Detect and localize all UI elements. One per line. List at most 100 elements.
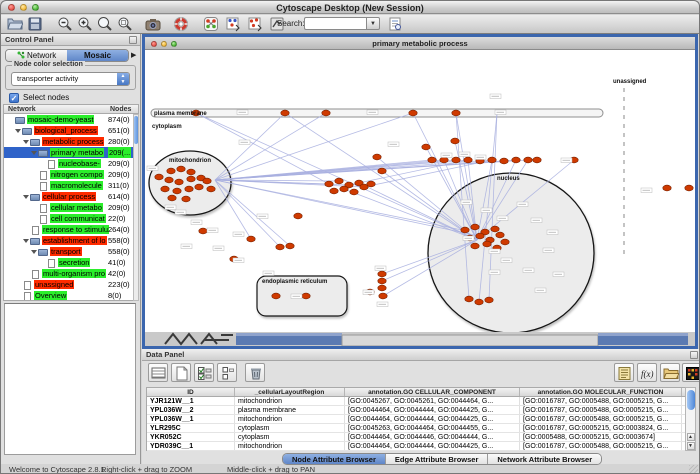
manage-networks-icon[interactable]	[203, 16, 219, 32]
select-attributes-icon[interactable]	[194, 363, 214, 382]
tree-row[interactable]: mosaic-demo-yeast874(0)	[4, 114, 138, 125]
graph-node[interactable]	[428, 157, 436, 163]
graph-node[interactable]	[286, 243, 294, 249]
tree-scrollbar[interactable]	[133, 114, 139, 301]
graph-node[interactable]	[165, 177, 173, 183]
tree-row[interactable]: cell communicat22(0)	[4, 213, 138, 224]
apply-layout-alt-icon[interactable]	[247, 16, 263, 32]
table-scrollbar-thumb[interactable]	[687, 390, 695, 410]
column-header[interactable]: annotation.GO MOLECULAR_FUNCTION	[520, 388, 682, 396]
expand-arrow-icon[interactable]	[23, 195, 29, 199]
tree-row[interactable]: biological_process651(0)	[4, 125, 138, 136]
unselect-attributes-icon[interactable]	[217, 363, 237, 382]
graph-node[interactable]	[465, 296, 473, 302]
tab-node-attribute-browser[interactable]: Node Attribute Browser	[283, 454, 386, 464]
graph-node[interactable]	[373, 154, 381, 160]
table-scrollbar[interactable]: ▲ ▼	[685, 387, 696, 451]
graph-node[interactable]	[281, 110, 289, 116]
graph-node[interactable]	[378, 168, 386, 174]
select-nodes-checkbox[interactable]: ✓	[9, 93, 19, 103]
search-dropdown-button[interactable]: ▼	[366, 17, 380, 30]
open-session-icon[interactable]	[7, 16, 23, 32]
graph-node[interactable]	[524, 157, 532, 163]
zoom-selected-region-icon[interactable]	[117, 16, 133, 32]
graph-node[interactable]	[471, 243, 479, 249]
graph-node[interactable]	[175, 179, 183, 185]
table-row[interactable]: YLR295Ccytoplasm[GO:0045263, GO:0044464,…	[147, 424, 693, 433]
graph-node[interactable]	[452, 110, 460, 116]
network-snapshot-camera-icon[interactable]	[145, 16, 161, 32]
graph-node[interactable]	[378, 278, 386, 284]
graph-node[interactable]	[483, 241, 491, 247]
graph-node[interactable]	[168, 195, 176, 201]
network-canvas[interactable]: plasma membranecytoplasmmitochondrionnuc…	[145, 50, 695, 332]
delete-attribute-icon[interactable]	[245, 363, 265, 382]
resize-grip[interactable]	[689, 465, 698, 474]
graph-node[interactable]	[475, 299, 483, 305]
zoom-out-icon[interactable]	[57, 16, 73, 32]
graph-node[interactable]	[187, 169, 195, 175]
tree-row[interactable]: primary metabo209(...	[4, 147, 138, 158]
tree-row[interactable]: macromolecule311(0)	[4, 180, 138, 191]
tree-scrollbar-thumb[interactable]	[134, 116, 138, 144]
graph-node[interactable]	[182, 196, 190, 202]
graph-node[interactable]	[276, 244, 284, 250]
graph-node[interactable]	[325, 181, 333, 187]
tree-row[interactable]: multi-organism pro42(0)	[4, 268, 138, 279]
graph-node[interactable]	[491, 226, 499, 232]
table-row[interactable]: YDR039C__1mitochondrion[GO:0044464, GO:0…	[147, 442, 693, 451]
graph-node[interactable]	[422, 144, 430, 150]
tree-row[interactable]: nitrogen compo209(0)	[4, 169, 138, 180]
expand-arrow-icon[interactable]	[31, 151, 37, 155]
search-input[interactable]	[304, 17, 366, 30]
tree-row[interactable]: metabolic process280(0)	[4, 136, 138, 147]
expand-arrow-icon[interactable]	[15, 129, 21, 133]
tree-row[interactable]: Overview8(0)	[4, 290, 138, 301]
graph-node[interactable]	[203, 178, 211, 184]
graph-node[interactable]	[199, 228, 207, 234]
table-row[interactable]: YPL036W__2plasma membrane[GO:0044464, GO…	[147, 406, 693, 415]
scroll-up-icon[interactable]: ▲	[687, 433, 695, 441]
graph-node[interactable]	[330, 188, 338, 194]
graph-node[interactable]	[476, 233, 484, 239]
graph-node[interactable]	[161, 186, 169, 192]
graph-node[interactable]	[294, 213, 302, 219]
tree-row[interactable]: transport558(0)	[4, 246, 138, 257]
scroll-down-icon[interactable]: ▼	[687, 442, 695, 450]
graph-node[interactable]	[173, 188, 181, 194]
network-window-titlebar[interactable]: primary metabolic process	[145, 37, 695, 50]
tree-row[interactable]: establishment of lo558(0)	[4, 235, 138, 246]
tab-edge-attribute-browser[interactable]: Edge Attribute Browser	[386, 454, 488, 464]
graph-node[interactable]	[685, 185, 693, 191]
graph-node[interactable]	[207, 186, 215, 192]
expand-arrow-icon[interactable]	[23, 239, 29, 243]
graph-node[interactable]	[409, 110, 417, 116]
network-graph[interactable]: plasma membranecytoplasmmitochondrionnuc…	[145, 50, 695, 332]
table-row[interactable]: YKR052Ccytoplasm[GO:0044464, GO:0044446,…	[147, 433, 693, 442]
graph-node[interactable]	[496, 232, 504, 238]
graph-node[interactable]	[340, 186, 348, 192]
graph-node[interactable]	[195, 184, 203, 190]
tree-row[interactable]: cellular process614(0)	[4, 191, 138, 202]
create-attribute-icon[interactable]	[171, 363, 191, 382]
expand-arrow-icon[interactable]	[23, 140, 29, 144]
graph-node[interactable]	[185, 186, 193, 192]
graph-node[interactable]	[322, 110, 330, 116]
graph-node[interactable]	[177, 166, 185, 172]
expand-arrow-icon[interactable]	[31, 250, 37, 254]
function-builder-icon[interactable]: f(x)	[637, 363, 657, 382]
column-header[interactable]: _cellularLayoutRegion	[235, 388, 345, 396]
graph-node[interactable]	[500, 158, 508, 164]
graph-node[interactable]	[247, 236, 255, 242]
graph-node[interactable]	[440, 157, 448, 163]
graph-node[interactable]	[335, 178, 343, 184]
table-row[interactable]: YPL036W__1mitochondrion[GO:0044464, GO:0…	[147, 415, 693, 424]
graph-node[interactable]	[379, 293, 387, 299]
graph-node[interactable]	[512, 157, 520, 163]
zoom-in-icon[interactable]	[77, 16, 93, 32]
birdseye-view-pane[interactable]	[4, 303, 136, 455]
dropdown-stepper-icon[interactable]: ▲▼	[117, 73, 129, 85]
tab-overflow-arrow[interactable]: ▶	[131, 51, 136, 59]
graph-node[interactable]	[533, 157, 541, 163]
open-attribute-file-icon[interactable]	[660, 363, 680, 382]
